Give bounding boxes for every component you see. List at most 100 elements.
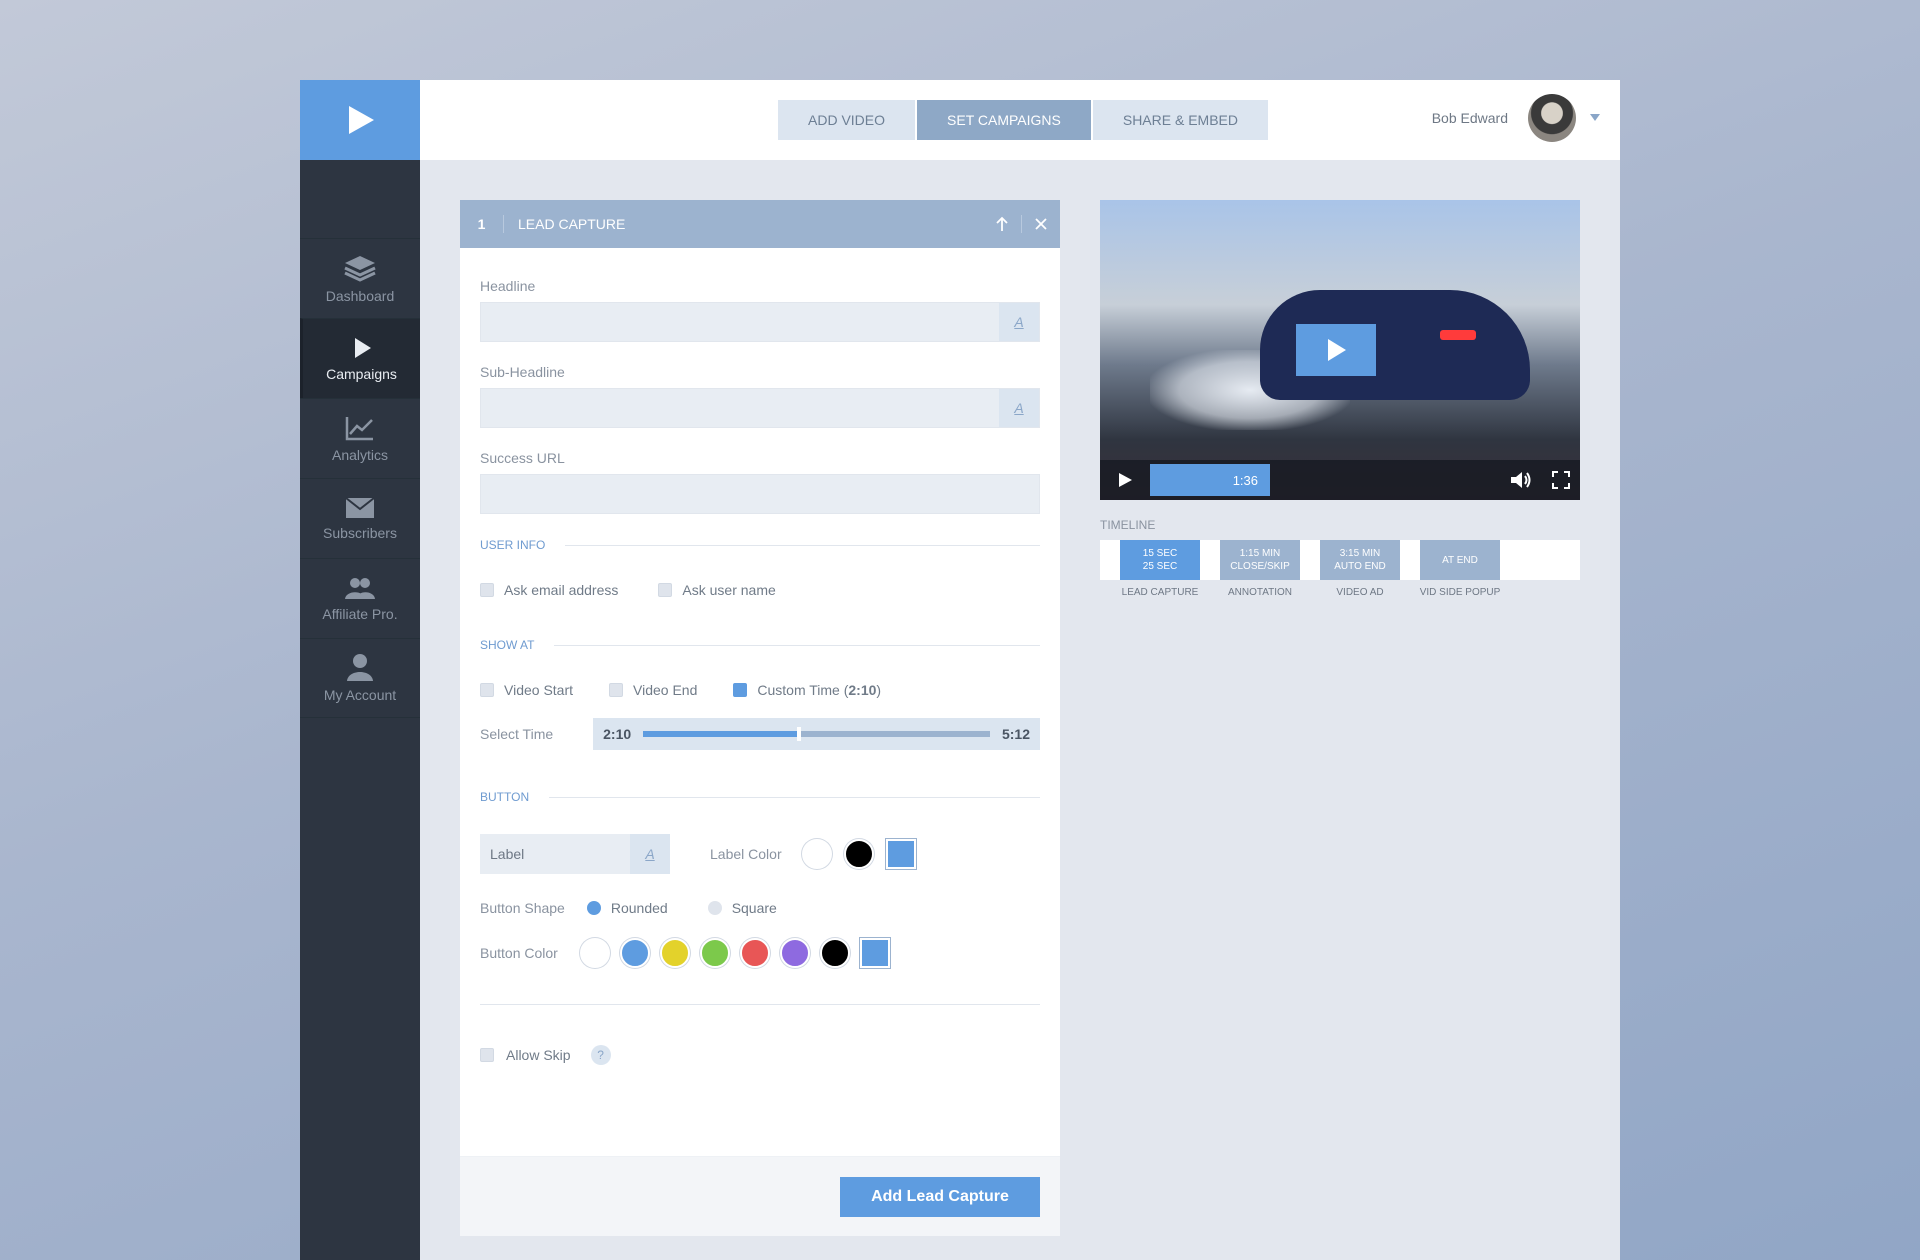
chart-line-icon	[345, 416, 373, 440]
user-icon	[347, 654, 373, 681]
button-label-input[interactable]: Label A	[480, 834, 670, 874]
users-icon	[345, 577, 375, 599]
step-tabs: ADD VIDEO SET CAMPAIGNS SHARE & EMBED	[778, 100, 1268, 140]
timeline-block-vid-side-popup[interactable]: AT END	[1420, 540, 1500, 580]
square-radio[interactable]	[707, 901, 722, 915]
button-shape-row: Button Shape Rounded Square	[480, 900, 1040, 916]
sidebar-item-label: Analytics	[331, 446, 389, 463]
checkbox-box[interactable]	[658, 583, 673, 597]
checkbox-label: Video End	[633, 682, 698, 698]
label-color-swatch[interactable]	[843, 839, 874, 869]
video-control-icons	[1510, 460, 1570, 500]
headline-field[interactable]: A	[480, 302, 1040, 342]
button-color-swatch[interactable]	[859, 938, 890, 968]
current-time: 1:36	[1232, 472, 1258, 488]
slider-fill	[643, 731, 800, 737]
sidebar-item-label: Subscribers	[323, 524, 397, 541]
slider-track[interactable]	[643, 727, 990, 741]
button-shape-label: Button Shape	[480, 900, 565, 916]
logo[interactable]	[300, 80, 420, 160]
timeline-block-line: 3:15 MIN	[1339, 548, 1381, 559]
button-color-swatch[interactable]	[579, 938, 610, 968]
panel-body: Headline A Sub-Headline A Success URL US…	[460, 248, 1060, 1065]
progress-bar[interactable]: 1:36	[1150, 464, 1270, 496]
text-format-icon[interactable]: A	[999, 303, 1039, 341]
play-logo-icon	[349, 106, 374, 134]
divider	[549, 796, 1040, 798]
timeline-label: ANNOTATION	[1227, 587, 1293, 598]
big-play-button[interactable]	[1296, 324, 1376, 376]
tab-add-video[interactable]: ADD VIDEO	[778, 100, 916, 140]
sidebar-item-dashboard[interactable]: Dashboard	[300, 238, 420, 318]
label-color-swatches	[801, 839, 916, 869]
label-color-swatch[interactable]	[885, 839, 916, 869]
close-icon[interactable]	[1034, 217, 1048, 231]
help-icon[interactable]: ?	[590, 1045, 611, 1065]
timeline: 15 SEC 25 SEC 1:15 MIN CLOSE/SKIP 3:15 MIN…	[1100, 540, 1580, 580]
ask-email-checkbox[interactable]: Ask email address	[480, 582, 618, 598]
custom-time-suffix: )	[876, 682, 882, 698]
success-url-field[interactable]	[480, 474, 1040, 514]
timeline-block-annotation[interactable]: 1:15 MIN CLOSE/SKIP	[1220, 540, 1300, 580]
tab-set-campaigns[interactable]: SET CAMPAIGNS	[917, 100, 1091, 140]
timeline-block-line: 25 SEC	[1142, 561, 1178, 572]
user-name: Bob Edward	[1431, 110, 1508, 126]
play-button[interactable]	[1100, 460, 1150, 500]
custom-time-checkbox[interactable]: Custom Time (2:10)	[733, 682, 881, 698]
button-color-swatch[interactable]	[619, 938, 650, 968]
play-icon	[1119, 473, 1132, 487]
ask-name-checkbox[interactable]: Ask user name	[658, 582, 776, 598]
video-player[interactable]: 1:36	[1100, 200, 1580, 500]
checkbox-box[interactable]	[480, 583, 494, 597]
user-menu[interactable]: Bob Edward	[1432, 94, 1600, 142]
checkbox-box[interactable]	[733, 683, 748, 697]
label-color-label: Label Color	[710, 846, 782, 862]
checkbox-box[interactable]	[609, 683, 624, 697]
button-color-row: Button Color	[480, 938, 1040, 968]
section-show-at: SHOW AT	[480, 638, 1040, 652]
timeline-title: TIMELINE	[1100, 518, 1156, 532]
video-end-checkbox[interactable]: Video End	[609, 682, 697, 698]
sidebar-item-affiliate[interactable]: Affiliate Pro.	[300, 558, 420, 638]
avatar[interactable]	[1528, 94, 1576, 142]
volume-icon[interactable]	[1510, 471, 1532, 489]
chevron-down-icon[interactable]	[1590, 114, 1600, 122]
sidebar-item-campaigns[interactable]: Campaigns	[300, 318, 420, 398]
rounded-radio[interactable]	[586, 901, 601, 915]
sidebar-item-analytics[interactable]: Analytics	[300, 398, 420, 478]
button-color-swatch[interactable]	[699, 938, 730, 968]
text-format-icon[interactable]: A	[630, 834, 670, 874]
label-color-swatch[interactable]	[801, 839, 832, 869]
slider-handle[interactable]	[797, 727, 802, 741]
select-time-label: Select Time	[480, 726, 554, 742]
sidebar-item-my-account[interactable]: My Account	[300, 638, 420, 718]
time-range-slider[interactable]: 2:10 5:12	[593, 718, 1040, 750]
timeline-block-video-ad[interactable]: 3:15 MIN AUTO END	[1320, 540, 1400, 580]
button-label-placeholder: Label	[490, 846, 525, 862]
subheadline-label: Sub-Headline	[480, 364, 565, 380]
custom-time-text: Custom Time (	[757, 682, 849, 698]
button-color-swatch[interactable]	[739, 938, 770, 968]
allow-skip-checkbox[interactable]	[480, 1048, 494, 1062]
button-color-swatch[interactable]	[659, 938, 690, 968]
section-title: USER INFO	[480, 538, 546, 552]
sidebar: Dashboard Campaigns Analytics Subscriber…	[300, 80, 420, 1260]
text-format-icon[interactable]: A	[999, 389, 1039, 427]
divider	[480, 1004, 1040, 1005]
sidebar-item-subscribers[interactable]: Subscribers	[300, 478, 420, 558]
timeline-block-line: CLOSE/SKIP	[1230, 561, 1290, 572]
button-color-swatch[interactable]	[819, 938, 850, 968]
checkbox-box[interactable]	[480, 683, 494, 697]
tab-share-embed[interactable]: SHARE & EMBED	[1092, 100, 1268, 140]
add-lead-capture-button[interactable]: Add Lead Capture	[840, 1177, 1040, 1217]
timeline-block-lead-capture[interactable]: 15 SEC 25 SEC	[1120, 540, 1200, 580]
subheadline-field[interactable]: A	[480, 388, 1040, 428]
user-info-options: Ask email address Ask user name	[480, 582, 1040, 598]
timeline-block-line: AUTO END	[1334, 561, 1386, 572]
panel-header: 1 LEAD CAPTURE	[460, 200, 1060, 248]
video-start-checkbox[interactable]: Video Start	[480, 682, 573, 698]
arrow-up-icon[interactable]	[995, 216, 1009, 232]
timeline-label: LEAD CAPTURE	[1121, 587, 1199, 598]
fullscreen-icon[interactable]	[1552, 471, 1570, 489]
button-color-swatch[interactable]	[779, 938, 810, 968]
